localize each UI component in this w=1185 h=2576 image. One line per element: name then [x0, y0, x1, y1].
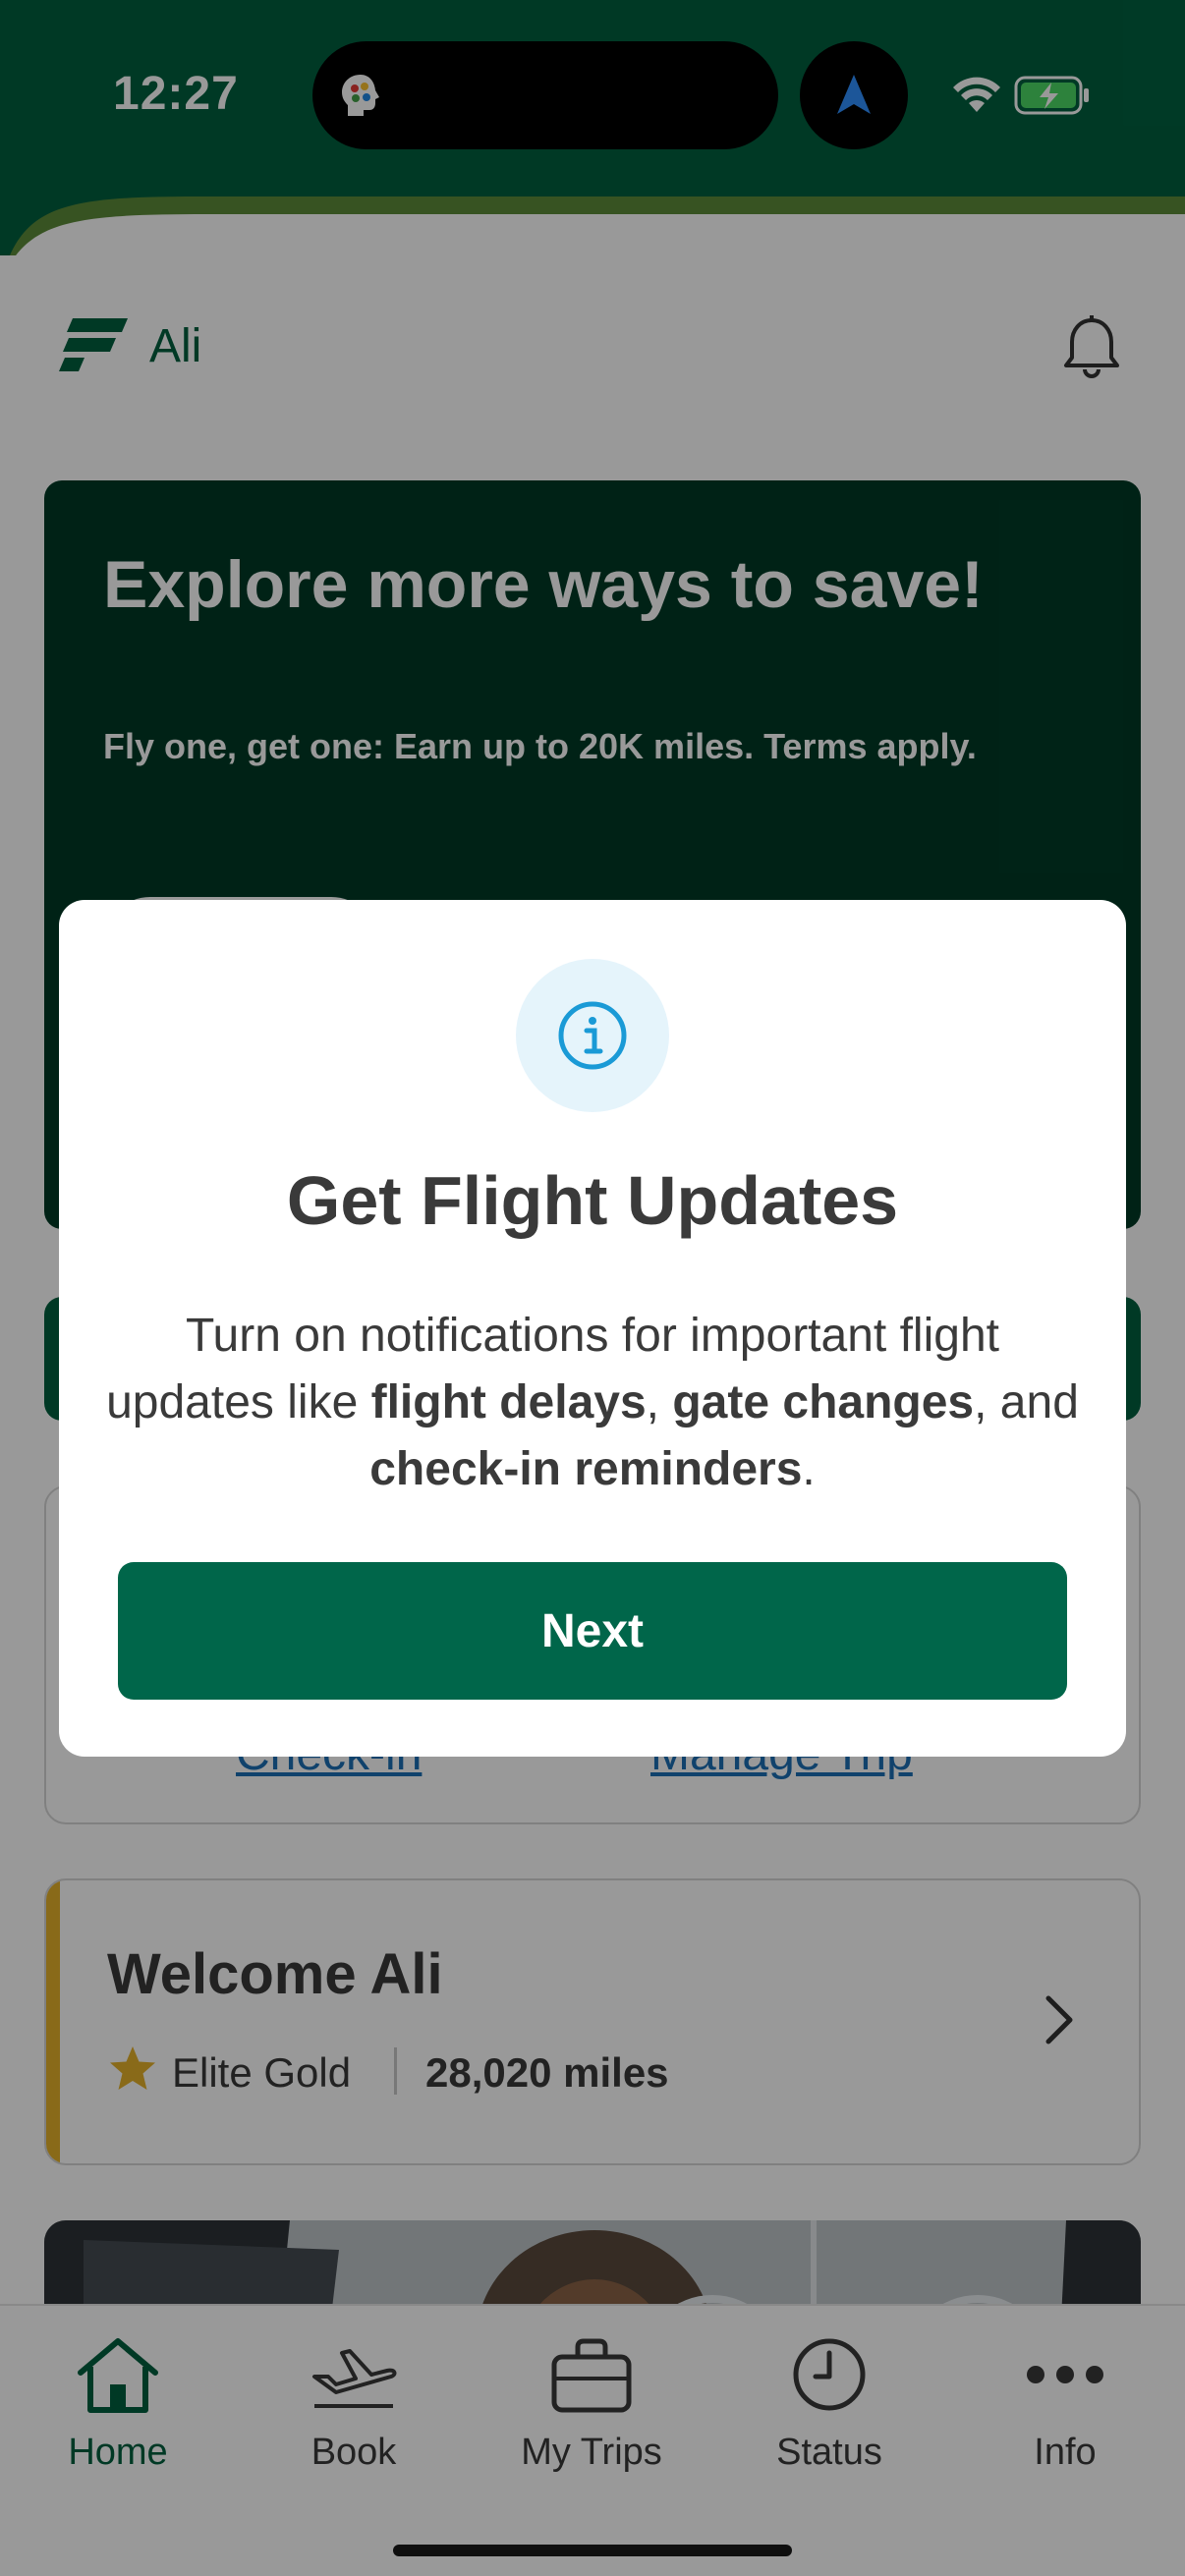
body-end: . [802, 1443, 816, 1495]
modal-body: Turn on notifications for important flig… [98, 1303, 1087, 1503]
next-button[interactable]: Next [118, 1562, 1067, 1700]
info-badge [516, 959, 669, 1112]
body-sep-2: , and [974, 1376, 1079, 1428]
body-bold-check-in-reminders: check-in reminders [369, 1443, 803, 1495]
info-icon [558, 1001, 627, 1070]
modal-title: Get Flight Updates [286, 1162, 899, 1239]
body-sep-1: , [646, 1376, 673, 1428]
flight-updates-modal: Get Flight Updates Turn on notifications… [59, 900, 1126, 1757]
body-bold-gate-changes: gate changes [672, 1376, 975, 1428]
body-bold-flight-delays: flight delays [370, 1376, 647, 1428]
